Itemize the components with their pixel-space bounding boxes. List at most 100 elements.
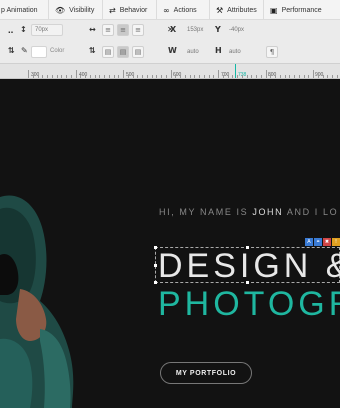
ruler-tick (85, 75, 86, 78)
toolbar-row-bottom: ⇅ ✎ Color ⇅ ▤ ▤ ▤ W auto H auto ¶ (0, 42, 340, 62)
tab-label: Behavior (119, 6, 148, 14)
ruler-tick (213, 75, 215, 78)
resize-handle[interactable] (154, 281, 157, 284)
ruler-tick (151, 75, 153, 78)
warning-badge-icon[interactable]: ! (332, 238, 340, 246)
tab-behavior[interactable]: ⇄ Behavior (103, 0, 157, 20)
text-badge-icon[interactable]: A (305, 238, 313, 246)
ruler-tick (184, 75, 186, 78)
font-size-icon: ‥ (8, 26, 14, 35)
tab-performance[interactable]: ▣ Performance (264, 0, 340, 20)
letter-spacing-icon: ↔ (89, 25, 96, 34)
ruler-tick (118, 75, 120, 78)
height-input[interactable]: auto (225, 46, 251, 58)
x-label: X (170, 25, 177, 34)
valign-middle-button[interactable]: ▤ (117, 46, 129, 58)
element-badges: A ⚭ ✖ ! (305, 238, 340, 246)
ruler-tick (142, 75, 143, 78)
eyedropper-icon: ✎ (21, 46, 28, 55)
ruler-tick (270, 75, 272, 78)
ruler-tick (246, 75, 248, 78)
ruler-tick (241, 75, 243, 78)
intro-prefix: HI, MY NAME IS (159, 207, 253, 217)
ruler-tick (137, 75, 139, 78)
x-position-input[interactable]: 153px (183, 24, 209, 36)
ruler-tick (189, 75, 191, 78)
delete-badge-icon[interactable]: ✖ (323, 238, 331, 246)
arrows-icon: ⇄ (109, 5, 116, 15)
ruler-tick (170, 70, 172, 78)
width-input[interactable]: auto (183, 46, 209, 58)
align-center-button[interactable]: ≡ (117, 24, 129, 36)
ruler-tick (251, 75, 253, 78)
toolbar-row-top: ‥ ↕ 70px ↔ ≡ ≡ ≡ ✕ X 153px Y -40px (0, 22, 340, 42)
heading-line-1[interactable]: DESIGN & (158, 249, 340, 283)
ruler-tick (165, 75, 167, 78)
vertical-align-icon: ⇅ (89, 46, 96, 55)
align-left-button[interactable]: ≡ (102, 24, 114, 36)
ruler-tick (70, 75, 72, 78)
ruler-tick (75, 70, 77, 78)
tools-icon: ⚒ (216, 5, 224, 15)
ruler-tick (332, 75, 333, 78)
ruler-tick (127, 75, 129, 78)
ruler-tick (232, 75, 234, 78)
ruler-tick (284, 75, 286, 78)
resize-handle[interactable] (154, 246, 157, 249)
ruler-tick (180, 75, 181, 78)
valign-bottom-button[interactable]: ▤ (132, 46, 144, 58)
ruler-tick (199, 75, 200, 78)
ruler-tick (327, 75, 329, 78)
paragraph-button[interactable]: ¶ (266, 46, 278, 58)
ruler-tick (42, 75, 44, 78)
ruler-tick (51, 75, 53, 78)
ruler-tick (298, 75, 300, 78)
link-icon: ∞ (163, 5, 170, 15)
y-value: -40px (229, 27, 245, 33)
ruler-tick (203, 75, 205, 78)
eye-icon: 👁 (55, 5, 66, 15)
link-badge-icon[interactable]: ⚭ (314, 238, 322, 246)
ruler-tick (123, 70, 124, 78)
ruler-tick (37, 75, 39, 78)
ruler-tick (218, 70, 219, 78)
color-swatch[interactable] (31, 46, 47, 58)
tab-label: Visibility (69, 6, 95, 14)
portfolio-button[interactable]: MY PORTFOLIO (160, 362, 252, 384)
color-label: Color (50, 48, 65, 54)
tab-actions[interactable]: ∞ Actions (157, 0, 210, 20)
ruler-tick (294, 75, 295, 78)
ruler-tick (308, 75, 310, 78)
w-label: W (168, 46, 177, 55)
property-tab-bar: p Animation 👁 Visibility ⇄ Behavior ∞ Ac… (0, 0, 340, 20)
ruler-tick (47, 75, 48, 78)
h-label: H (215, 46, 222, 55)
ruler-tick (104, 75, 105, 78)
ruler-tick (61, 75, 63, 78)
image-icon: ▣ (270, 5, 278, 15)
line-height-input[interactable]: 70px (31, 24, 63, 36)
tab-animation[interactable]: p Animation (0, 0, 49, 20)
ruler-tick (275, 75, 276, 78)
ruler-tick (89, 75, 91, 78)
y-position-input[interactable]: -40px (225, 24, 251, 36)
ruler-tick (227, 75, 229, 78)
intro-text: HI, MY NAME IS JOHN AND I LO (159, 207, 338, 217)
tab-attributes[interactable]: ⚒ Attributes (210, 0, 264, 20)
ruler-position-marker (235, 64, 236, 78)
ruler-tick (194, 75, 196, 78)
valign-top-button[interactable]: ▤ (102, 46, 114, 58)
tab-label: Attributes (227, 6, 257, 14)
heading-line-2[interactable]: PHOTOGR (158, 287, 340, 321)
tab-visibility[interactable]: 👁 Visibility (49, 0, 103, 20)
ruler-tick (132, 75, 134, 78)
portfolio-button-label: MY PORTFOLIO (175, 369, 237, 377)
align-right-button[interactable]: ≡ (132, 24, 144, 36)
ruler-tick (313, 70, 314, 78)
ruler-tick (175, 75, 177, 78)
person-photo (0, 195, 74, 408)
horizontal-ruler[interactable]: 300 400 500 600 700 800 900 738 (0, 63, 340, 79)
resize-handle[interactable] (154, 264, 157, 267)
tab-label: p Animation (1, 6, 38, 14)
ruler-tick (265, 70, 267, 78)
